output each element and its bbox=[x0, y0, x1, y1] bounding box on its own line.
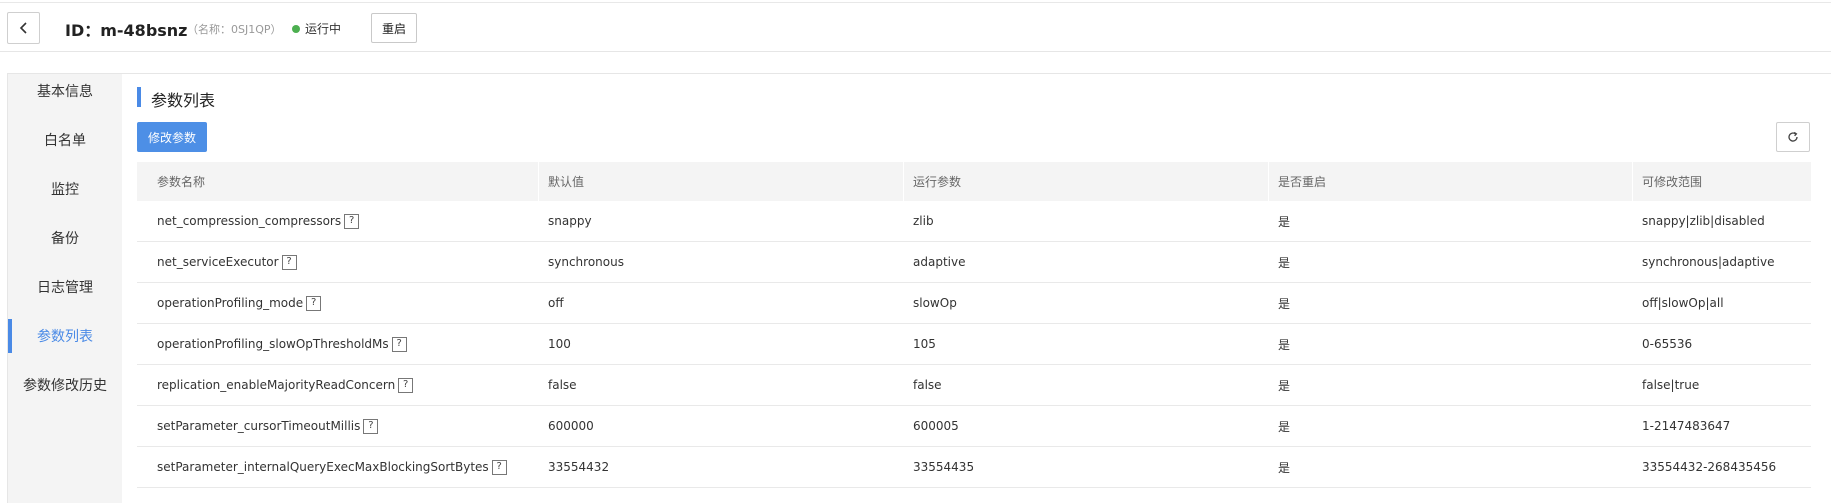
help-icon[interactable]: ? bbox=[363, 418, 379, 434]
column-header-name: 参数名称 bbox=[157, 175, 206, 189]
sidebar-item[interactable]: 基本信息 bbox=[8, 74, 122, 108]
default-value-cell: snappy bbox=[548, 214, 592, 228]
param-name-cell: setParameter_internalQueryExecMaxBlockin… bbox=[157, 447, 507, 487]
help-icon[interactable]: ? bbox=[281, 254, 297, 270]
column-header-default: 默认值 bbox=[548, 175, 585, 189]
modifiable-range-cell: snappy|zlib|disabled bbox=[1642, 214, 1765, 228]
table-row: net_compression_compressors? snappy zlib 是 s… bbox=[137, 201, 1811, 242]
sidebar-item[interactable]: 日志管理 bbox=[8, 270, 122, 304]
column-divider bbox=[1268, 162, 1269, 201]
section-title: 参数列表 bbox=[151, 91, 216, 110]
restart-required-cell: 是 bbox=[1278, 214, 1291, 229]
restart-button[interactable]: 重启 bbox=[371, 13, 417, 43]
column-header-range: 可修改范围 bbox=[1642, 175, 1703, 189]
restart-required-cell: 是 bbox=[1278, 378, 1291, 393]
status-dot-icon bbox=[292, 24, 300, 33]
restart-required-cell: 是 bbox=[1278, 337, 1291, 352]
param-name-cell: replication_enableMajorityReadConcern? bbox=[157, 365, 414, 405]
column-divider bbox=[903, 162, 904, 201]
param-name: net_serviceExecutor bbox=[157, 255, 279, 269]
table-row: net_serviceExecutor? synchronous adaptive 是… bbox=[137, 242, 1811, 283]
default-value-cell: 100 bbox=[548, 337, 571, 351]
help-icon[interactable]: ? bbox=[491, 459, 507, 475]
restart-required-cell: 是 bbox=[1278, 460, 1291, 475]
default-value-cell: 33554432 bbox=[548, 460, 610, 474]
param-name-cell: operationProfiling_mode? bbox=[157, 283, 322, 323]
sidebar-item[interactable]: 监控 bbox=[8, 172, 122, 206]
param-name-cell: setParameter_cursorTimeoutMillis? bbox=[157, 406, 379, 446]
running-value-cell: 600005 bbox=[913, 419, 959, 433]
running-value-cell: false bbox=[913, 378, 942, 392]
params-table: 参数名称 默认值 运行参数 是否重启 可修改范围 net_compression… bbox=[137, 162, 1811, 488]
table-row: operationProfiling_slowOpThresholdMs? 100… bbox=[137, 324, 1811, 365]
sidebar-nav: 基本信息白名单监控备份日志管理参数列表参数修改历史 bbox=[8, 74, 122, 503]
back-button[interactable] bbox=[7, 12, 40, 44]
running-value-cell: adaptive bbox=[913, 255, 966, 269]
modifiable-range-cell: 33554432-268435456 bbox=[1642, 460, 1777, 474]
restart-required-cell: 是 bbox=[1278, 419, 1291, 434]
column-header-running: 运行参数 bbox=[913, 175, 962, 189]
table-row: setParameter_internalQueryExecMaxBlockin… bbox=[137, 447, 1811, 488]
default-value-cell: synchronous bbox=[548, 255, 624, 269]
status-badge: 运行中 bbox=[292, 20, 341, 37]
default-value-cell: 600000 bbox=[548, 419, 594, 433]
page-header: ID：m-48bsnz （名称：0SJ1QP） 运行中 重启 bbox=[0, 3, 1831, 52]
page-title: ID：m-48bsnz bbox=[65, 21, 188, 40]
param-name: net_compression_compressors bbox=[157, 214, 342, 228]
param-name: operationProfiling_mode bbox=[157, 296, 304, 310]
param-name-cell: net_compression_compressors? bbox=[157, 201, 360, 241]
column-divider bbox=[538, 162, 539, 201]
refresh-icon bbox=[1788, 131, 1798, 142]
help-icon[interactable]: ? bbox=[398, 377, 414, 393]
sidebar-item[interactable]: 备份 bbox=[8, 221, 122, 255]
sidebar-item[interactable]: 白名单 bbox=[8, 123, 122, 157]
help-icon[interactable]: ? bbox=[391, 336, 407, 352]
default-value-cell: false bbox=[548, 378, 577, 392]
table-header: 参数名称 默认值 运行参数 是否重启 可修改范围 bbox=[137, 162, 1811, 201]
sidebar-item[interactable]: 参数列表 bbox=[8, 319, 122, 353]
modify-params-button[interactable]: 修改参数 bbox=[137, 122, 207, 152]
refresh-button[interactable] bbox=[1776, 122, 1810, 152]
instance-name: （名称：0SJ1QP） bbox=[187, 23, 282, 36]
running-value-cell: zlib bbox=[913, 214, 934, 228]
column-divider bbox=[1632, 162, 1633, 201]
param-name: setParameter_cursorTimeoutMillis bbox=[157, 419, 361, 433]
restart-required-cell: 是 bbox=[1278, 296, 1291, 311]
section-accent-bar bbox=[137, 87, 141, 107]
modifiable-range-cell: 0-65536 bbox=[1642, 337, 1693, 351]
help-icon[interactable]: ? bbox=[344, 213, 360, 229]
param-name: operationProfiling_slowOpThresholdMs bbox=[157, 337, 389, 351]
modifiable-range-cell: off|slowOp|all bbox=[1642, 296, 1724, 310]
sidebar-item[interactable]: 参数修改历史 bbox=[8, 368, 122, 402]
table-row: setParameter_cursorTimeoutMillis? 600000 6… bbox=[137, 406, 1811, 447]
param-name: setParameter_internalQueryExecMaxBlockin… bbox=[157, 460, 489, 474]
param-name: replication_enableMajorityReadConcern bbox=[157, 378, 396, 392]
column-header-restart: 是否重启 bbox=[1278, 175, 1327, 189]
status-text: 运行中 bbox=[305, 22, 342, 36]
table-body: net_compression_compressors? snappy zlib 是 s… bbox=[137, 201, 1811, 488]
table-row: operationProfiling_mode? off slowOp 是 off|sl… bbox=[137, 283, 1811, 324]
default-value-cell: off bbox=[548, 296, 564, 310]
modifiable-range-cell: false|true bbox=[1642, 378, 1700, 392]
restart-required-cell: 是 bbox=[1278, 255, 1291, 270]
table-row: replication_enableMajorityReadConcern? fa… bbox=[137, 365, 1811, 406]
chevron-left-icon bbox=[19, 22, 27, 34]
running-value-cell: slowOp bbox=[913, 296, 957, 310]
modifiable-range-cell: 1-2147483647 bbox=[1642, 419, 1731, 433]
running-value-cell: 105 bbox=[913, 337, 936, 351]
running-value-cell: 33554435 bbox=[913, 460, 975, 474]
param-name-cell: net_serviceExecutor? bbox=[157, 242, 297, 282]
modifiable-range-cell: synchronous|adaptive bbox=[1642, 255, 1775, 269]
help-icon[interactable]: ? bbox=[306, 295, 322, 311]
param-name-cell: operationProfiling_slowOpThresholdMs? bbox=[157, 324, 407, 364]
